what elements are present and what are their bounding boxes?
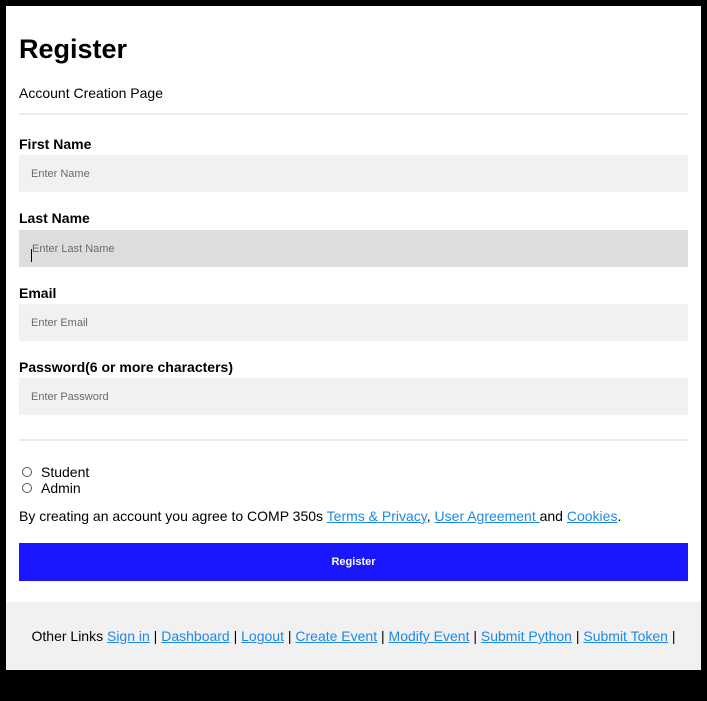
agreement-comma: , [426, 508, 435, 524]
role-label-admin: Admin [41, 480, 81, 496]
agreement-and: and [539, 508, 567, 524]
footer-separator: | [377, 628, 389, 644]
text-caret [31, 249, 32, 262]
role-label-student: Student [41, 464, 90, 480]
first-name-field[interactable] [19, 155, 688, 192]
bottom-divider [19, 439, 688, 441]
user-agreement-link[interactable]: User Agreement [435, 508, 540, 524]
cookies-link[interactable]: Cookies [567, 508, 618, 524]
agreement-suffix: . [617, 508, 622, 524]
page-title: Register [19, 34, 128, 64]
terms-privacy-link[interactable]: Terms & Privacy [327, 508, 427, 524]
footer-separator: | [571, 628, 584, 644]
email-field[interactable] [19, 304, 688, 341]
last-name-label: Last Name [19, 210, 90, 226]
password-label: Password(6 or more characters) [19, 359, 233, 375]
agreement-text: By creating an account you agree to COMP… [19, 508, 621, 524]
footer-separator-end: | [667, 628, 676, 644]
footer-separator: | [229, 628, 242, 644]
agreement-prefix: By creating an account you agree to COMP… [19, 508, 327, 524]
role-option-student[interactable]: Student [22, 464, 89, 480]
footer-separator: | [469, 628, 481, 644]
footer: Other Links Sign in | Dashboard | Logout… [6, 602, 701, 670]
footer-link-logout[interactable]: Logout [241, 628, 284, 644]
footer-link-modify-event[interactable]: Modify Event [389, 628, 470, 644]
role-option-admin[interactable]: Admin [22, 480, 81, 496]
footer-link-sign-in[interactable]: Sign in [107, 628, 150, 644]
last-name-field[interactable] [19, 230, 688, 267]
footer-separator: | [149, 628, 162, 644]
footer-link-dashboard[interactable]: Dashboard [161, 628, 230, 644]
radio-student[interactable] [22, 467, 32, 477]
footer-link-submit-token[interactable]: Submit Token [583, 628, 668, 644]
footer-link-create-event[interactable]: Create Event [295, 628, 377, 644]
register-page: Register Account Creation Page First Nam… [6, 6, 701, 670]
radio-admin[interactable] [22, 483, 32, 493]
top-divider [19, 113, 688, 115]
register-button[interactable]: Register [19, 543, 688, 581]
email-label: Email [19, 285, 57, 301]
footer-separator: | [283, 628, 296, 644]
page-subtitle: Account Creation Page [19, 85, 163, 101]
footer-prefix: Other Links [31, 628, 107, 644]
password-field[interactable] [19, 378, 688, 415]
footer-link-submit-python[interactable]: Submit Python [481, 628, 572, 644]
first-name-label: First Name [19, 136, 92, 152]
